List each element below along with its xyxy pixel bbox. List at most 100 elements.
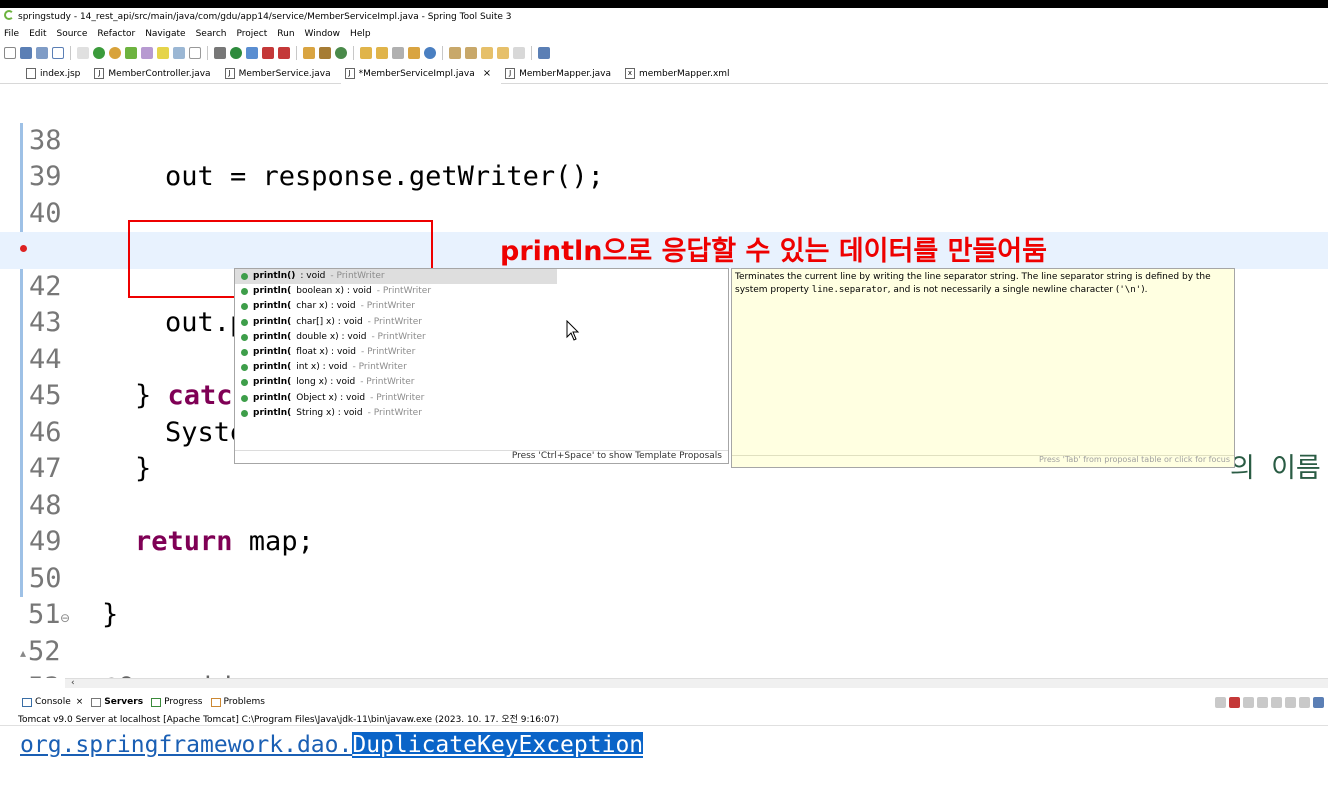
console-toolbar [1215, 692, 1324, 712]
tab-servers[interactable]: Servers [91, 697, 143, 707]
menu-search[interactable]: Search [196, 26, 227, 42]
close-tab-icon[interactable]: × [76, 697, 84, 707]
new-spring-icon[interactable] [335, 47, 347, 59]
fold-toggle-icon[interactable]: ⊖ [60, 611, 70, 625]
code-line: 50 } [0, 524, 1328, 630]
javadoc-text: ). [1141, 284, 1148, 295]
menu-refactor[interactable]: Refactor [97, 26, 135, 42]
proposal-item[interactable]: println(long x) : void - PrintWriter [235, 375, 728, 390]
new-class-icon[interactable] [319, 47, 331, 59]
annotation-callout: println으로 응답할 수 있는 데이터를 만들어둠 [500, 236, 1047, 267]
scroll-lock-icon[interactable] [1271, 696, 1282, 708]
code-text: @Override [102, 670, 248, 678]
remove-launch-icon[interactable] [1243, 696, 1254, 708]
public-method-icon [241, 333, 248, 341]
code-line: 39 [0, 123, 1328, 196]
start-server-icon[interactable] [93, 47, 105, 59]
proposal-item[interactable]: println(int x) : void - PrintWriter [235, 360, 728, 375]
task-icon[interactable] [141, 47, 153, 59]
tab-progress[interactable]: Progress [151, 697, 203, 707]
tab-label: Servers [104, 697, 144, 707]
external-tools-icon[interactable] [278, 47, 290, 59]
menu-file[interactable]: File [4, 26, 19, 42]
coverage-icon[interactable] [246, 47, 258, 59]
editor-tab-bar: index.jsp J MemberController.java J Member… [0, 63, 1328, 84]
pin-icon[interactable] [1215, 696, 1226, 708]
refresh-icon[interactable] [109, 47, 121, 59]
perspective-icon[interactable] [538, 47, 550, 59]
code-line: 38 out = response.getWriter(); [0, 86, 1328, 192]
progress-icon [151, 697, 162, 707]
print-icon[interactable] [52, 47, 64, 59]
tab-label: *MemberServiceImpl.java [358, 68, 475, 79]
menu-project[interactable]: Project [236, 26, 267, 42]
console-output[interactable]: org.springframework.dao.DuplicateKeyExce… [0, 725, 1328, 797]
toggle-mark-icon[interactable] [77, 47, 89, 59]
code-line: 49 [0, 488, 1328, 561]
search-icon[interactable] [392, 47, 404, 59]
prev-annotation-icon[interactable] [465, 47, 477, 59]
proposal-item[interactable]: println(String x) : void - PrintWriter [235, 406, 728, 421]
whitespace-icon[interactable] [189, 47, 201, 59]
error-marker-icon[interactable] [20, 245, 27, 252]
terminate-icon[interactable] [1229, 696, 1240, 708]
stop-icon[interactable] [262, 47, 274, 59]
close-tab-icon[interactable]: × [483, 64, 491, 84]
next-annotation-icon[interactable] [449, 47, 461, 59]
debug-icon[interactable] [214, 47, 226, 59]
menu-window[interactable]: Window [305, 26, 341, 42]
code-line: 40 } catch(DuplicateKeyException e) { [0, 159, 1328, 265]
tab-member-service-impl[interactable]: J *MemberServiceImpl.java × [340, 63, 502, 84]
tab-member-controller[interactable]: J MemberController.java [90, 64, 220, 84]
scroll-left-icon[interactable]: ‹ [71, 678, 75, 688]
menu-run[interactable]: Run [277, 26, 294, 42]
javadoc-popup[interactable]: Terminates the current line by writing t… [731, 268, 1235, 468]
proposal-item[interactable]: println(boolean x) : void - PrintWriter [235, 284, 728, 299]
toolbar-separator [296, 46, 297, 60]
stack-trace-link[interactable]: org.springframework.dao. [20, 732, 352, 758]
proposal-item[interactable]: println() : void - PrintWriter [235, 269, 557, 285]
tab-console[interactable]: Console × [22, 697, 83, 707]
proposal-item[interactable]: println(Object x) : void - PrintWriter [235, 391, 728, 406]
highlight-icon[interactable] [157, 47, 169, 59]
menu-edit[interactable]: Edit [29, 26, 46, 42]
code-line: 52 @Override [0, 597, 1328, 679]
tab-problems[interactable]: Problems [210, 697, 265, 707]
proposal-hint[interactable]: Press 'Ctrl+Space' to show Template Prop… [512, 451, 722, 461]
save-all-icon[interactable] [36, 47, 48, 59]
proposal-item[interactable]: println(char x) : void - PrintWriter [235, 299, 728, 314]
tab-index-jsp[interactable]: index.jsp [22, 64, 90, 84]
menu-navigate[interactable]: Navigate [145, 26, 185, 42]
tab-member-service[interactable]: J MemberService.java [221, 64, 341, 84]
new-package-icon[interactable] [303, 47, 315, 59]
tab-member-mapper-xml[interactable]: x memberMapper.xml [621, 64, 740, 84]
menu-help[interactable]: Help [350, 26, 371, 42]
save-icon[interactable] [20, 47, 32, 59]
proposal-item[interactable]: println(float x) : void - PrintWriter [235, 345, 728, 360]
new-icon[interactable] [4, 47, 16, 59]
block-select-icon[interactable] [173, 47, 185, 59]
show-console-icon[interactable] [1299, 696, 1310, 708]
menu-source[interactable]: Source [57, 26, 88, 42]
remove-all-icon[interactable] [1257, 696, 1268, 708]
folder-icon[interactable] [408, 47, 420, 59]
java-file-icon: J [344, 68, 355, 79]
spring-icon[interactable] [125, 47, 137, 59]
run-icon[interactable] [230, 47, 242, 59]
open-resource-icon[interactable] [376, 47, 388, 59]
content-assist-list[interactable]: println() : void - PrintWriter println(b… [234, 268, 729, 464]
proposal-item[interactable]: println(char[] x) : void - PrintWriter [235, 315, 728, 330]
tab-member-mapper[interactable]: J MemberMapper.java [501, 64, 621, 84]
public-method-icon [241, 349, 248, 357]
proposal-item[interactable]: println(double x) : void - PrintWriter [235, 330, 728, 345]
tab-label: Progress [164, 697, 203, 707]
selected-text[interactable]: DuplicateKeyException [352, 732, 644, 758]
globe-icon[interactable] [424, 47, 436, 59]
open-console-icon[interactable] [1313, 696, 1324, 708]
horizontal-scrollbar[interactable]: ‹ [65, 678, 1328, 688]
last-edit-icon[interactable] [481, 47, 493, 59]
word-wrap-icon[interactable] [1285, 696, 1296, 708]
forward-icon[interactable] [513, 47, 525, 59]
back-icon[interactable] [497, 47, 509, 59]
open-type-icon[interactable] [360, 47, 372, 59]
